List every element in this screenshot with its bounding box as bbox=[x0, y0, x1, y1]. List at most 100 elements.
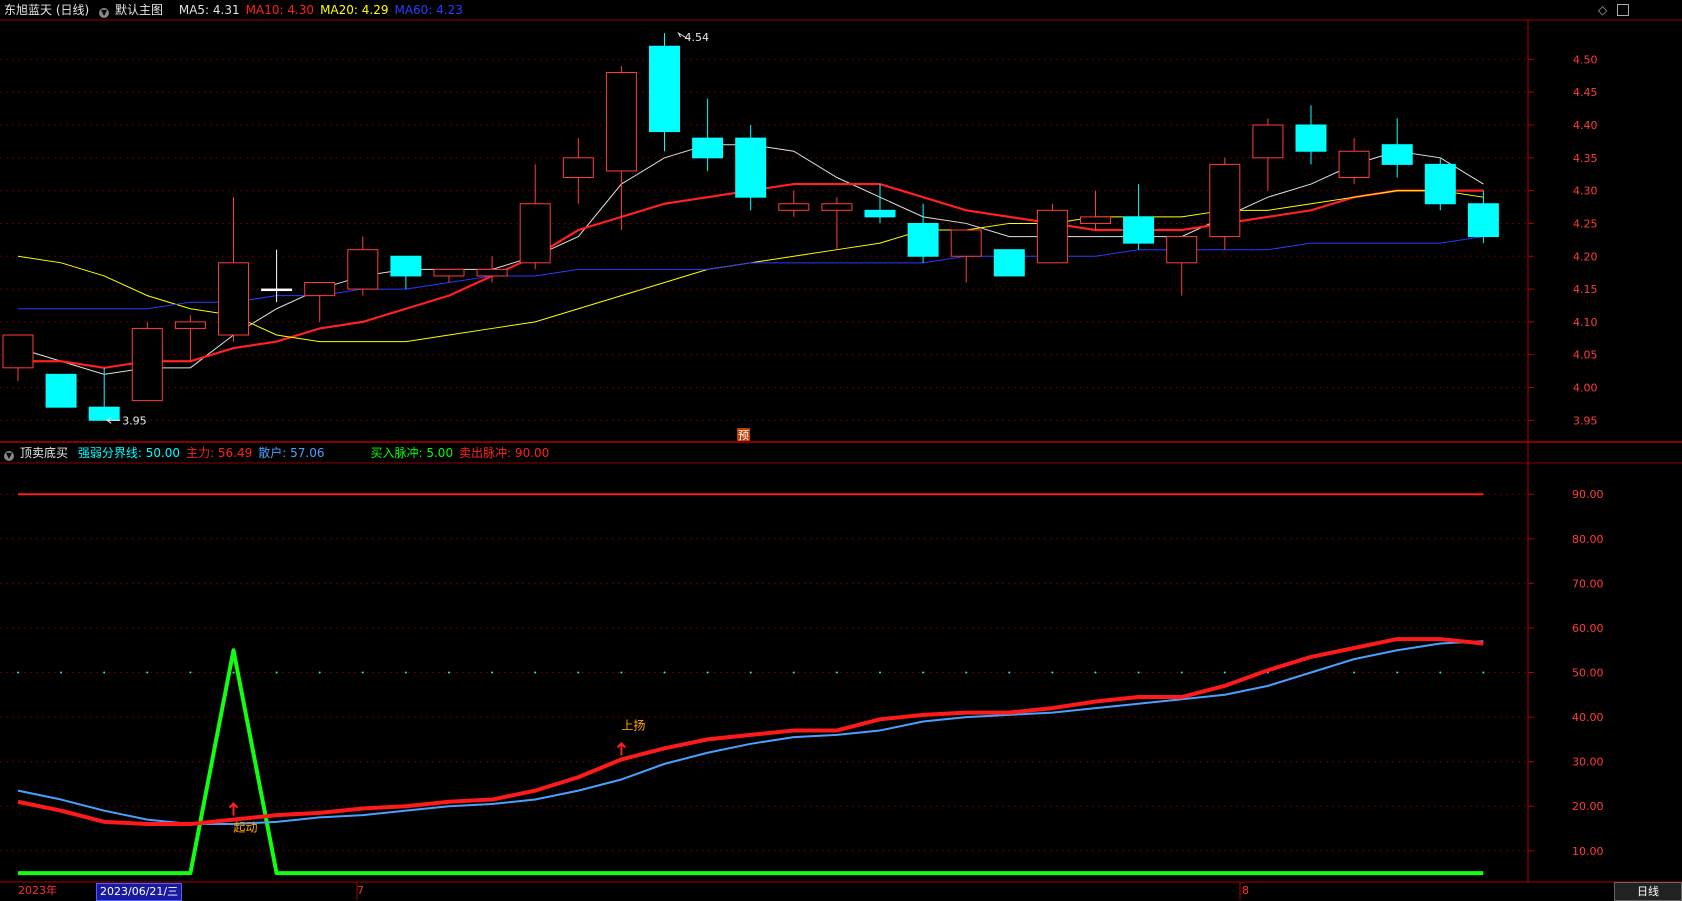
ma-legend-ma10: MA10: 4.30 bbox=[245, 3, 315, 17]
candle-body bbox=[907, 222, 939, 257]
price-tick-label: 4.35 bbox=[1573, 152, 1598, 165]
chart-menu-button[interactable]: ▼ 默认主图 bbox=[99, 3, 169, 18]
strength-divider-dot bbox=[103, 671, 106, 674]
ma-legend-ma20: MA20: 4.29 bbox=[320, 3, 389, 17]
forecast-marker: 预 bbox=[738, 429, 749, 442]
candle-body bbox=[1166, 236, 1198, 264]
strength-divider-dot bbox=[835, 671, 838, 674]
indicator-legend-item: 买入脉冲: 5.00 bbox=[370, 446, 454, 460]
strength-divider-dot bbox=[232, 671, 235, 674]
price-tick-label: 3.95 bbox=[1573, 414, 1598, 427]
month-mark-8: 8 bbox=[1242, 884, 1249, 897]
candle-body bbox=[45, 373, 77, 408]
value-tick-label: 10.00 bbox=[1572, 845, 1604, 858]
diamond-icon[interactable]: ◇ bbox=[1598, 3, 1607, 17]
ma-legend-ma5: MA5: 4.31 bbox=[178, 3, 240, 17]
price-tick-label: 4.50 bbox=[1573, 53, 1598, 66]
indicator-legend-item: 卖出脉冲: 90.00 bbox=[459, 446, 550, 460]
strength-divider-dot bbox=[1439, 671, 1442, 674]
strength-divider-dot bbox=[318, 671, 321, 674]
candle-body bbox=[864, 209, 896, 218]
price-tick-label: 4.40 bbox=[1573, 119, 1598, 132]
candle-body bbox=[1080, 216, 1111, 224]
price-tick-label: 4.20 bbox=[1573, 250, 1598, 263]
strength-divider-dot bbox=[17, 671, 19, 674]
strength-divider-dot bbox=[1180, 671, 1183, 674]
month-mark-7: 7 bbox=[357, 884, 364, 897]
strength-divider-dot bbox=[275, 671, 278, 674]
ma-legend: MA5: 4.31 MA10: 4.30 MA20: 4.29 MA60: 4.23 bbox=[179, 3, 469, 17]
strength-divider-dot bbox=[1137, 671, 1140, 674]
candle-body bbox=[88, 406, 120, 421]
annotation-label: 上扬 bbox=[621, 717, 645, 732]
annotation-label: 起动 bbox=[234, 821, 258, 835]
strength-divider-dot bbox=[448, 671, 450, 674]
strength-divider-dot bbox=[1396, 671, 1399, 674]
indicator-legend-item: 强弱分界线: 50.00 bbox=[77, 446, 181, 460]
maximize-icon[interactable] bbox=[1617, 4, 1629, 16]
main-chart-header: 东旭蓝天 (日线) ▼ 默认主图 MA5: 4.31 MA10: 4.30 MA20:… bbox=[4, 0, 475, 20]
high-price-label: 4.54 bbox=[685, 31, 710, 44]
candle-body bbox=[1036, 209, 1068, 264]
price-tick-label: 4.05 bbox=[1573, 349, 1598, 362]
candle-body bbox=[347, 249, 379, 290]
candle-body bbox=[1295, 124, 1327, 152]
value-tick-label: 40.00 bbox=[1572, 711, 1604, 724]
strength-divider-dot bbox=[146, 671, 149, 674]
candle-body bbox=[735, 137, 767, 198]
strength-divider-dot bbox=[60, 671, 63, 674]
strength-divider-dot bbox=[491, 671, 494, 674]
candle-body bbox=[562, 157, 594, 178]
price-tick-label: 4.30 bbox=[1573, 185, 1598, 198]
candle-body bbox=[692, 137, 724, 159]
period-button[interactable]: 日线 bbox=[1614, 882, 1682, 901]
strength-divider-dot bbox=[706, 671, 709, 674]
candle-body bbox=[950, 229, 982, 257]
price-tick-label: 4.25 bbox=[1573, 217, 1598, 230]
candle-body bbox=[433, 268, 465, 277]
price-tick-label: 4.45 bbox=[1573, 86, 1598, 99]
indicator-name[interactable]: 顶卖底买 bbox=[20, 446, 68, 460]
price-tick-label: 4.00 bbox=[1573, 382, 1598, 395]
strength-divider-dot bbox=[922, 671, 925, 674]
candle-body bbox=[174, 321, 206, 329]
value-tick-label: 90.00 bbox=[1572, 488, 1604, 501]
value-tick-label: 60.00 bbox=[1572, 622, 1604, 635]
value-tick-label: 80.00 bbox=[1572, 533, 1604, 546]
price-tick-label: 4.15 bbox=[1573, 283, 1598, 296]
candle-body bbox=[1424, 163, 1456, 205]
candle-body bbox=[1467, 203, 1499, 238]
value-tick-label: 20.00 bbox=[1572, 800, 1604, 813]
chevron-down-icon[interactable]: ▼ bbox=[99, 8, 110, 18]
value-tick-label: 70.00 bbox=[1572, 577, 1604, 590]
candle-body bbox=[519, 203, 551, 264]
candle-body bbox=[261, 288, 293, 292]
candle-body bbox=[1381, 144, 1413, 165]
strength-divider-dot bbox=[1051, 671, 1054, 674]
candle-body bbox=[649, 45, 680, 133]
candle-body bbox=[390, 255, 422, 277]
strength-divider-dot bbox=[1094, 671, 1097, 674]
strength-divider-dot bbox=[663, 671, 666, 674]
strength-divider-dot bbox=[879, 671, 881, 674]
strength-divider-dot bbox=[749, 671, 752, 674]
value-tick-label: 30.00 bbox=[1572, 756, 1604, 769]
strength-divider-dot bbox=[189, 671, 192, 674]
strength-divider-dot bbox=[577, 671, 580, 674]
indicator-menu-icon[interactable]: ▼ bbox=[4, 451, 14, 461]
indicator-header: ▼ 顶卖底买 强弱分界线: 50.00 主力: 56.49 散户: 57.06 买入脉冲… bbox=[4, 443, 561, 463]
low-price-label: 3.95 bbox=[122, 414, 147, 427]
candle-body bbox=[605, 72, 637, 172]
value-tick-label: 50.00 bbox=[1572, 667, 1604, 680]
strength-divider-dot bbox=[620, 671, 623, 674]
candle-body bbox=[1252, 124, 1284, 159]
time-axis-bar: 2023年 2023/06/21/三 7 8 日线 bbox=[0, 882, 1682, 901]
candle-body bbox=[476, 268, 508, 277]
strength-divider-dot bbox=[1223, 671, 1226, 674]
strength-divider-dot bbox=[965, 671, 968, 674]
stock-name[interactable]: 东旭蓝天 (日线) bbox=[4, 3, 89, 17]
year-label: 2023年 bbox=[18, 884, 57, 897]
strength-divider-dot bbox=[1353, 671, 1356, 674]
strength-divider-dot bbox=[404, 671, 407, 674]
candle-body bbox=[131, 327, 163, 402]
